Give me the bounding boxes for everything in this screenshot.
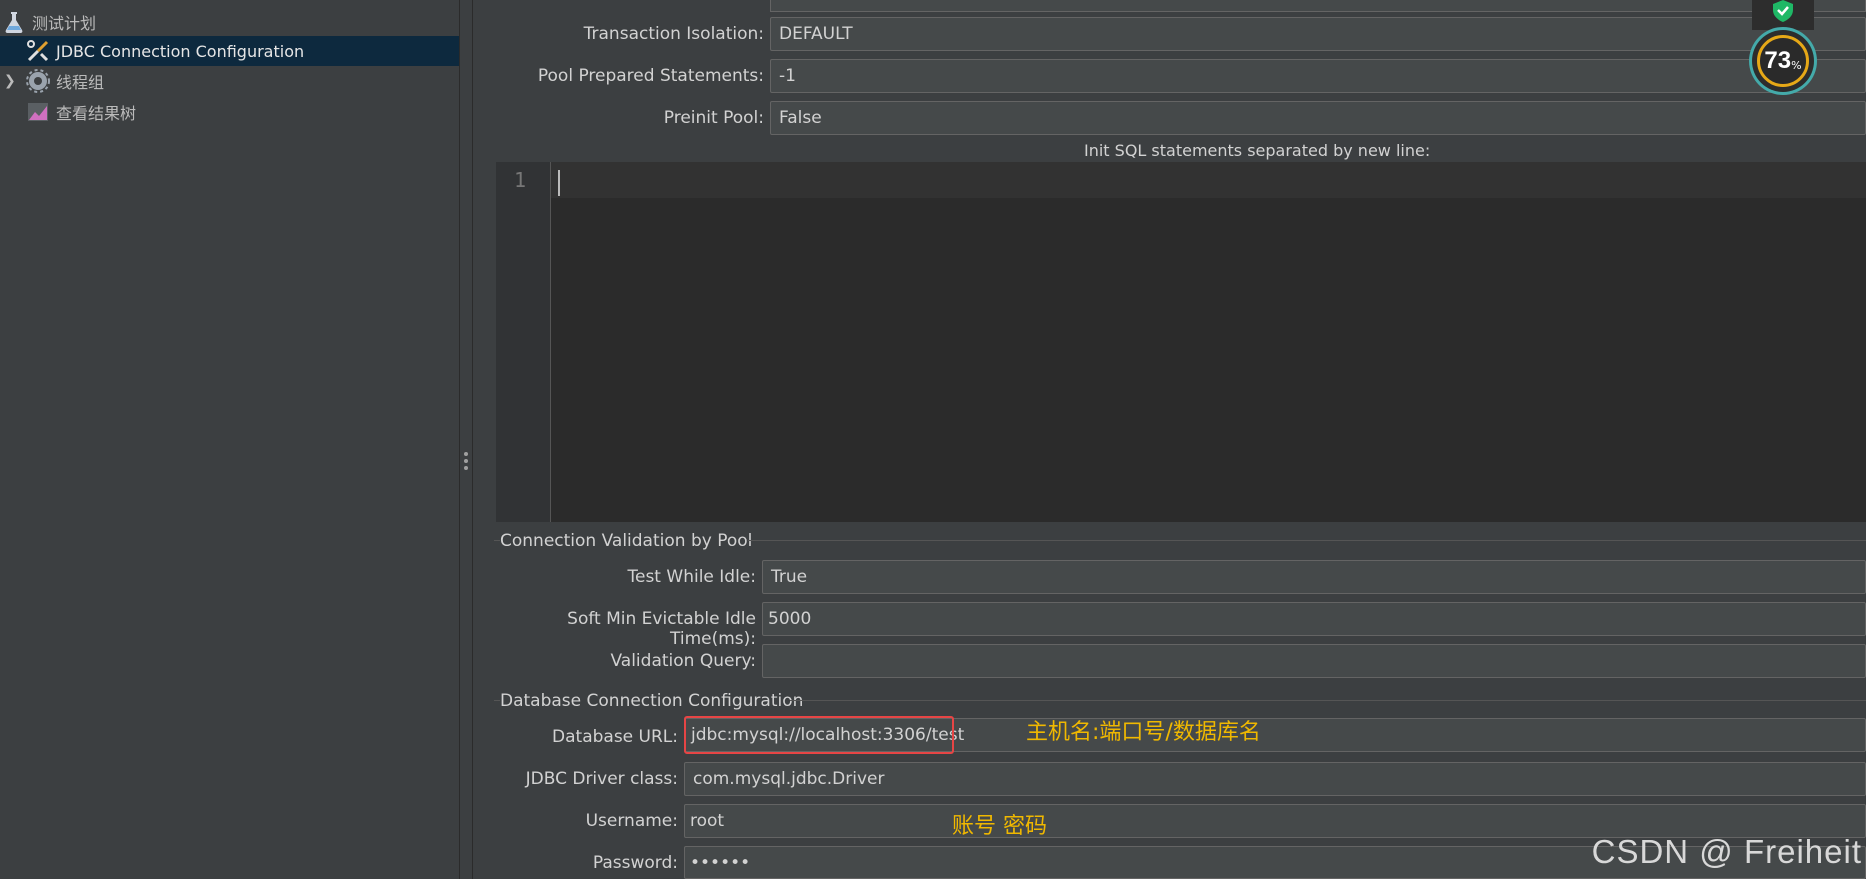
jdbc-driver-class-field[interactable]: com.mysql.jdbc.Driver	[684, 762, 1866, 796]
pool-prepared-statements-label: Pool Prepared Statements:	[537, 66, 764, 86]
tools-icon	[26, 39, 50, 63]
url-annotation: 主机名:端口号/数据库名	[1026, 720, 1261, 745]
tree-item-thread-group[interactable]: ❯ 线程组	[0, 66, 459, 96]
tree-item-label: 线程组	[56, 73, 105, 92]
username-label: Username:	[585, 811, 678, 831]
database-section-title: Database Connection Configuration	[500, 691, 804, 711]
watermark: CSDN @ Freiheit	[1591, 833, 1862, 870]
chevron-right-icon[interactable]: ❯	[4, 73, 16, 89]
test-plan-tree: 测试计划 JDBC Connection Configuration ❯ 线程组…	[0, 0, 459, 879]
tree-item-test-plan[interactable]: 测试计划	[0, 7, 459, 37]
gear-icon	[26, 69, 50, 93]
line-number-gutter: 1	[496, 162, 551, 522]
memory-gauge: 73%	[1752, 30, 1814, 92]
tree-item-label: 查看结果树	[56, 104, 137, 123]
line-number: 1	[514, 168, 527, 192]
performance-widget[interactable]: 73%	[1752, 0, 1814, 98]
jdbc-driver-class-label: JDBC Driver class:	[525, 769, 678, 789]
section-rule	[748, 540, 1866, 541]
soft-min-evictable-label: Soft Min Evictable Idle Time(ms):	[567, 609, 756, 649]
transaction-isolation-field[interactable]: DEFAULT	[770, 17, 1866, 51]
test-while-idle-field[interactable]: True	[762, 560, 1866, 594]
account-annotation: 账号 密码	[952, 814, 1047, 839]
flask-icon	[2, 10, 26, 34]
preinit-pool-field[interactable]: False	[770, 101, 1866, 135]
shield-check-icon	[1773, 0, 1793, 22]
gauge-value: 73	[1764, 47, 1792, 74]
tree-item-results-tree[interactable]: 查看结果树	[0, 97, 459, 127]
password-label: Password:	[592, 853, 678, 873]
chart-icon	[26, 100, 50, 124]
current-line-highlight	[551, 162, 1866, 198]
soft-min-evictable-field[interactable]: 5000	[762, 602, 1866, 636]
validation-section-title: Connection Validation by Pool	[500, 531, 753, 551]
database-url-label: Database URL:	[552, 727, 678, 747]
tree-item-label: JDBC Connection Configuration	[56, 41, 305, 61]
section-rule	[790, 700, 1866, 701]
gauge-unit: %	[1791, 58, 1802, 72]
init-sql-editor[interactable]: 1	[496, 162, 1866, 522]
text-caret	[558, 170, 560, 196]
validation-query-label: Validation Query:	[610, 651, 756, 671]
test-while-idle-label: Test While Idle:	[627, 567, 757, 587]
transaction-isolation-label: Transaction Isolation:	[583, 24, 764, 44]
url-highlight-box	[684, 716, 954, 754]
init-sql-label: Init SQL statements separated by new lin…	[1084, 141, 1431, 160]
validation-query-field[interactable]	[762, 644, 1866, 678]
pool-prepared-statements-field[interactable]: -1	[770, 59, 1866, 93]
splitter[interactable]	[459, 0, 473, 879]
splitter-grip[interactable]	[464, 452, 468, 473]
top-field-edge	[770, 0, 1866, 12]
tree-item-label: 测试计划	[32, 14, 97, 33]
tree-item-jdbc-config[interactable]: JDBC Connection Configuration	[0, 36, 459, 66]
preinit-pool-label: Preinit Pool:	[663, 108, 764, 128]
